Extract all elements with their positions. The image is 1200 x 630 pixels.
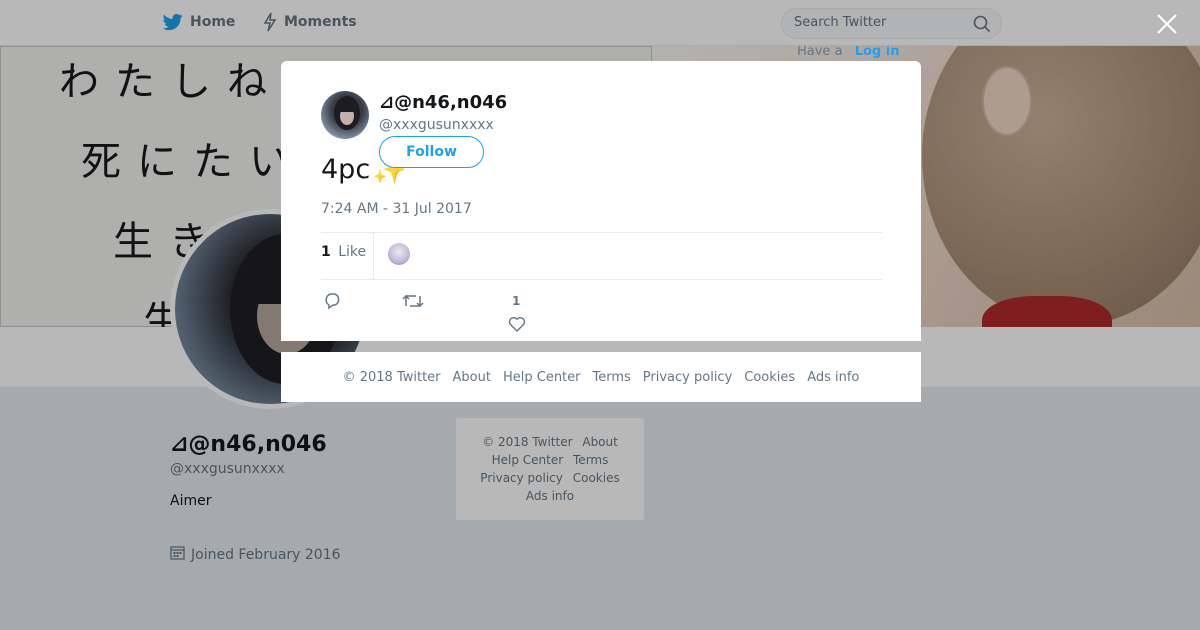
likes-separator [373,233,374,279]
likes-label: Like [338,244,367,260]
likes-stat[interactable]: 1 Like [321,244,366,260]
retweet-icon[interactable] [402,292,424,314]
modal-footer-privacy-policy[interactable]: Privacy policy [643,370,732,385]
likes-count: 1 [321,244,331,260]
tweet-timestamp[interactable]: 7:24 AM - 31 Jul 2017 [321,201,472,217]
modal-footer-ads-info[interactable]: Ads info [807,370,859,385]
modal-footer-cookies[interactable]: Cookies [744,370,795,385]
like-action-count: 1 [512,294,521,308]
modal-footer: © 2018 Twitter About Help Center Terms P… [281,352,921,402]
tweet-text-body: 4pc [321,154,371,185]
stats-divider-bottom [321,279,882,280]
tweet-author-handle[interactable]: @xxxgusunxxxx [379,117,494,133]
stats-divider-top [321,232,882,233]
tweet-author-avatar[interactable] [321,91,369,139]
tweet-modal: ⊿@n46,n046 @xxxgusunxxxx 4pc ✨ Follow 7:… [281,61,921,341]
tweet-author-avatar-photo [334,96,360,130]
modal-footer-about[interactable]: About [453,370,491,385]
modal-footer-copyright: © 2018 Twitter [342,369,441,385]
tweet-author-name[interactable]: ⊿@n46,n046 [379,92,507,113]
modal-footer-help-center[interactable]: Help Center [503,370,581,385]
login-link[interactable]: Log in [855,46,900,59]
modal-footer-terms[interactable]: Terms [593,370,631,385]
login-prompt-text: Have a [797,46,843,59]
reply-icon[interactable] [323,292,343,314]
liker-avatar[interactable] [388,243,410,265]
follow-button[interactable]: Follow [379,136,484,168]
login-prompt: Have a Log in [797,46,899,59]
close-icon[interactable] [1154,11,1180,37]
heart-icon[interactable] [508,316,526,336]
